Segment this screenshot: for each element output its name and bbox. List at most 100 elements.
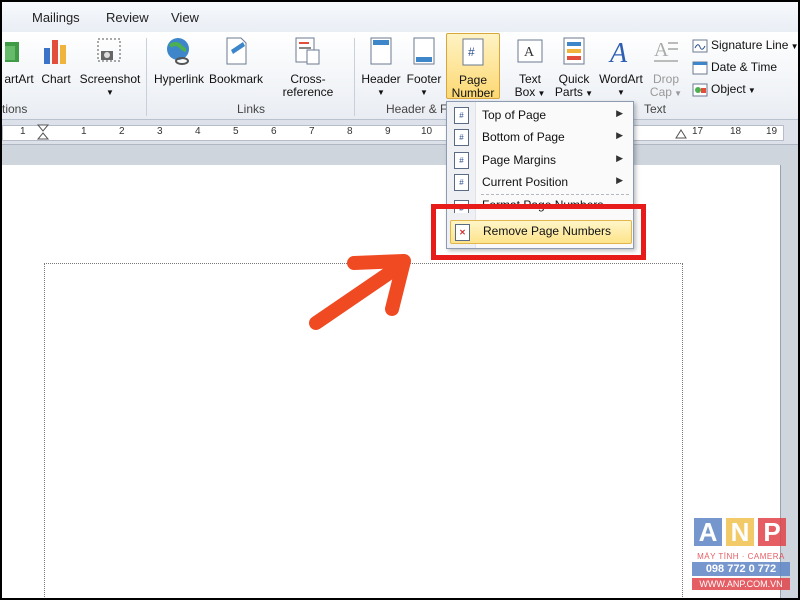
signature-icon xyxy=(692,39,708,53)
text-box-label-line2: Box xyxy=(514,85,536,99)
quick-parts-label-line2: Parts xyxy=(554,85,583,99)
logo-website: WWW.ANP.COM.VN xyxy=(692,578,790,590)
date-time-button[interactable]: Date & Time xyxy=(692,58,777,76)
text-box-icon: A xyxy=(517,39,543,63)
signature-line-label: Signature Line xyxy=(711,38,789,52)
current-position-icon: # xyxy=(454,174,469,191)
drop-cap-icon: A xyxy=(654,39,678,62)
submenu-arrow-icon: ▶ xyxy=(616,130,623,140)
wordart-label: WordArt xyxy=(599,72,643,86)
ruler-number: 19 xyxy=(766,126,778,137)
menu-item-top-of-page[interactable]: # Top of Page ▶ xyxy=(447,104,633,126)
page-number-label-line2: Number xyxy=(451,86,495,100)
header-button[interactable]: Header ▼ xyxy=(360,36,402,99)
text-box-dropdown-arrow-icon: ▼ xyxy=(535,89,546,98)
logo-letter: N xyxy=(726,518,754,546)
word-window: Mailings Review View artArt Chart Screen… xyxy=(0,0,800,600)
logo-phone: 098 772 0 772 xyxy=(692,562,790,576)
calendar-icon xyxy=(692,61,708,75)
drop-cap-button[interactable]: A Drop Cap ▼ xyxy=(646,36,686,100)
object-dropdown-arrow-icon: ▼ xyxy=(745,86,756,95)
drop-cap-label-line2: Cap xyxy=(649,85,672,99)
date-time-label: Date & Time xyxy=(711,60,778,74)
smartart-icon xyxy=(2,42,19,62)
logo-tagline: MÁY TÍNH · CAMERA xyxy=(697,552,785,561)
smartart-button[interactable]: artArt xyxy=(2,36,36,86)
chart-button[interactable]: Chart xyxy=(38,36,74,86)
menu-item-label: Page Margins xyxy=(482,153,557,167)
quick-parts-icon xyxy=(563,37,585,65)
chart-icon xyxy=(44,40,66,64)
menu-item-bottom-of-page[interactable]: # Bottom of Page ▶ xyxy=(447,126,633,148)
ruler-number: 8 xyxy=(347,126,353,137)
illustrations-group-label: tions xyxy=(2,102,28,116)
bookmark-icon xyxy=(226,37,247,65)
submenu-arrow-icon: ▶ xyxy=(616,175,623,185)
footer-dropdown-arrow-icon: ▼ xyxy=(420,88,428,97)
group-separator xyxy=(354,38,355,116)
smartart-label: artArt xyxy=(4,72,34,86)
tab-view[interactable]: View xyxy=(171,10,199,25)
document-page[interactable] xyxy=(2,165,781,598)
menu-item-label: Bottom of Page xyxy=(482,130,565,144)
ruler-number: 1 xyxy=(20,126,26,137)
page-margins-icon: # xyxy=(454,152,469,169)
footer-button[interactable]: Footer ▼ xyxy=(404,36,444,99)
indent-marker-icon[interactable] xyxy=(36,123,50,143)
ruler-number: 17 xyxy=(692,126,704,137)
group-separator xyxy=(146,38,147,116)
menu-item-page-margins[interactable]: # Page Margins ▶ xyxy=(447,149,633,171)
bookmark-button[interactable]: Bookmark xyxy=(208,36,264,86)
screenshot-dropdown-arrow-icon: ▼ xyxy=(106,88,114,97)
page-number-button[interactable]: # Page Number ▼ xyxy=(446,33,500,113)
svg-text:#: # xyxy=(468,45,475,59)
ribbon: artArt Chart Screenshot ▼ tions Hyperlin… xyxy=(2,32,799,120)
text-box-button[interactable]: A Text Box ▼ xyxy=(510,36,550,100)
ruler-number: 1 xyxy=(81,126,87,137)
anp-logo: A N P MÁY TÍNH · CAMERA 098 772 0 772 WW… xyxy=(692,516,790,596)
wordart-button[interactable]: A WordArt ▼ xyxy=(598,36,644,99)
screenshot-icon xyxy=(97,38,121,62)
ruler-number: 18 xyxy=(730,126,742,137)
signature-dropdown-arrow-icon: ▼ xyxy=(788,42,799,51)
quick-parts-button[interactable]: Quick Parts ▼ xyxy=(552,36,596,100)
signature-line-button[interactable]: Signature Line ▼ xyxy=(692,36,799,54)
document-area xyxy=(2,145,798,598)
page-number-icon: # xyxy=(462,38,484,66)
ribbon-tab-row: Mailings Review View xyxy=(2,2,798,32)
page-bottom-icon: # xyxy=(454,129,469,146)
header-icon xyxy=(370,37,392,65)
header-label: Header xyxy=(361,72,401,86)
svg-text:A: A xyxy=(654,39,669,61)
text-group-label: Text xyxy=(644,102,667,116)
object-label: Object xyxy=(711,82,746,96)
menu-item-current-position[interactable]: # Current Position ▶ xyxy=(447,171,633,193)
ruler-number: 5 xyxy=(233,126,239,137)
logo-letter: A xyxy=(694,518,722,546)
menu-item-label: Current Position xyxy=(482,175,569,189)
chart-label: Chart xyxy=(41,72,71,86)
wordart-icon: A xyxy=(608,38,628,69)
right-indent-marker-icon[interactable] xyxy=(674,124,688,142)
header-dropdown-arrow-icon: ▼ xyxy=(377,88,385,97)
ruler-number: 7 xyxy=(309,126,315,137)
horizontal-ruler[interactable]: 1 1 2 3 4 5 6 7 8 9 10 17 18 19 xyxy=(2,120,798,145)
object-button[interactable]: Object ▼ xyxy=(692,80,756,98)
screenshot-label: Screenshot xyxy=(79,72,141,86)
tab-review[interactable]: Review xyxy=(106,10,149,25)
cross-reference-label: Cross-reference xyxy=(282,72,334,99)
highlight-box xyxy=(431,204,646,260)
svg-text:A: A xyxy=(608,38,628,66)
footer-icon xyxy=(413,37,435,65)
tab-mailings[interactable]: Mailings xyxy=(32,10,80,25)
screenshot-button[interactable]: Screenshot ▼ xyxy=(78,36,142,99)
logo-letter: P xyxy=(758,518,786,546)
wordart-dropdown-arrow-icon: ▼ xyxy=(617,88,625,97)
ruler-number: 6 xyxy=(271,126,277,137)
cross-reference-button[interactable]: Cross-reference xyxy=(266,36,350,99)
hyperlink-button[interactable]: Hyperlink xyxy=(152,36,206,86)
bookmark-label: Bookmark xyxy=(208,72,264,86)
ruler-number: 9 xyxy=(385,126,391,137)
globe-link-icon xyxy=(167,38,189,65)
menu-separator xyxy=(481,194,629,195)
